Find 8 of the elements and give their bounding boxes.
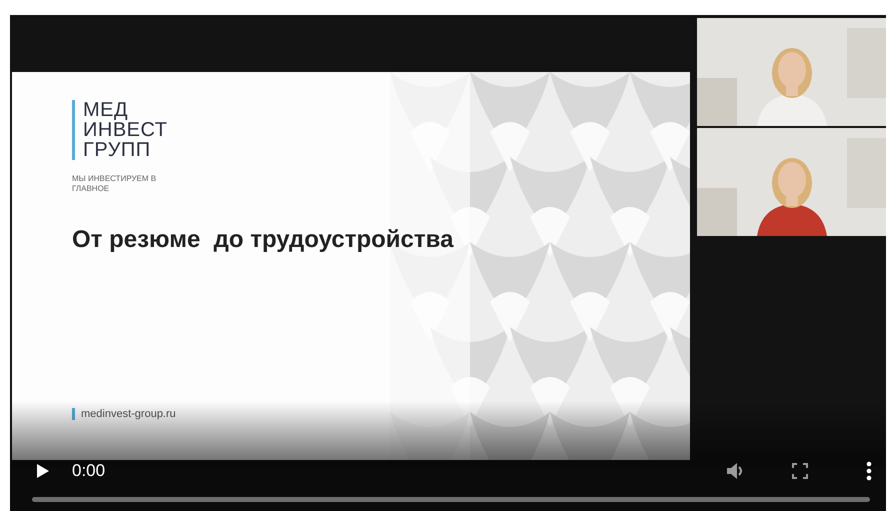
company-logo: МЕД ИНВЕСТ ГРУПП [72, 100, 168, 160]
slide-title: От резюме до трудоустройства [72, 226, 455, 254]
website-address: medinvest-group.ru [72, 408, 176, 420]
playback-time: 0:00 [72, 461, 106, 481]
more-options-button[interactable] [866, 461, 872, 481]
play-button[interactable] [36, 463, 50, 479]
logo-tagline: МЫ ИНВЕСТИРУЕМ В ГЛАВНОЕ [72, 174, 158, 194]
fullscreen-button[interactable] [792, 463, 808, 479]
